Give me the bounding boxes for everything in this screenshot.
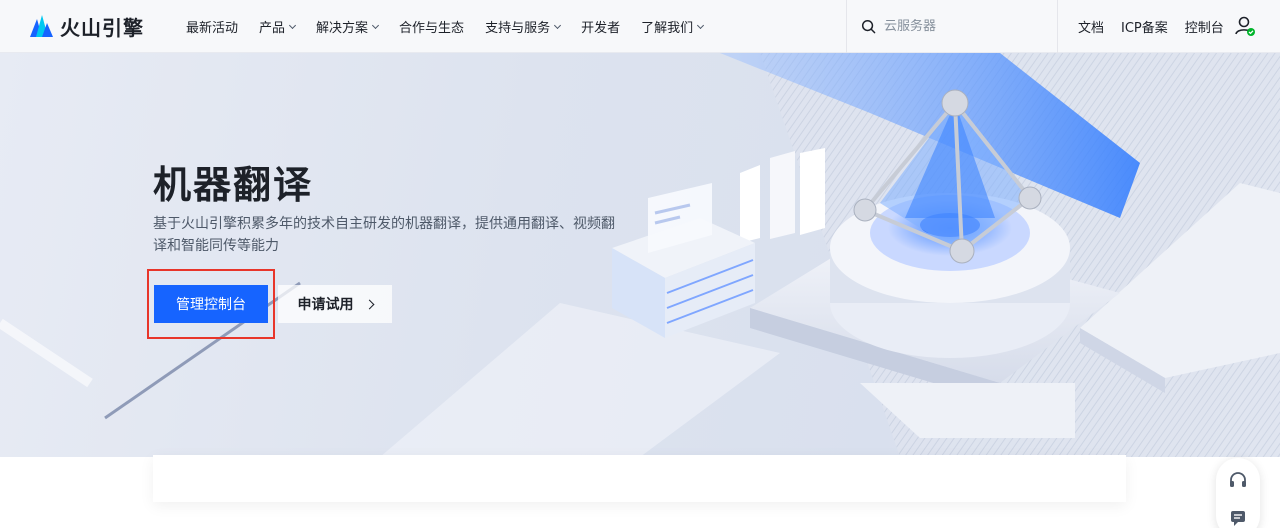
hero-description: 基于火山引擎积累多年的技术自主研发的机器翻译，提供通用翻译、视频翻译和智能同传等… (153, 216, 615, 254)
nav-item-partners[interactable]: 合作与生态 (399, 17, 464, 36)
icp-filing-link[interactable]: ICP备案 (1121, 17, 1168, 36)
chevron-down-icon (372, 21, 380, 29)
console-link[interactable]: 控制台 (1185, 17, 1224, 36)
nav-item-label: 开发者 (581, 21, 621, 36)
nav-item-solutions[interactable]: 解决方案 (316, 17, 380, 36)
docs-link[interactable]: 文档 (1078, 17, 1104, 36)
chevron-down-icon (697, 21, 705, 29)
brand-logo[interactable]: 火山引擎 (28, 10, 144, 42)
header-right-links: 文档 ICP备案 控制台 (1078, 0, 1241, 53)
user-icon[interactable] (1234, 15, 1256, 37)
chat-icon[interactable] (1228, 508, 1248, 528)
search-input[interactable] (884, 19, 1034, 34)
chevron-right-icon (364, 299, 374, 309)
button-label: 管理控制台 (176, 297, 246, 313)
nav-item-label: 支持与服务 (485, 21, 551, 36)
nav-item-label: 了解我们 (641, 21, 694, 36)
search-icon[interactable] (861, 19, 876, 34)
nav-item-support[interactable]: 支持与服务 (485, 17, 562, 36)
nav-item-label: 合作与生态 (399, 21, 465, 36)
nav-item-label: 产品 (259, 21, 286, 36)
nav-item-label: 解决方案 (316, 21, 369, 36)
main-nav: 最新活动 产品 解决方案 合作与生态 支持与服务 开发者 了解我们 (186, 0, 724, 53)
search-box (846, 0, 1058, 53)
nav-item-about[interactable]: 了解我们 (641, 17, 705, 36)
top-navigation: 火山引擎 最新活动 产品 解决方案 合作与生态 支持与服务 开发者 了解我们 文… (0, 0, 1280, 53)
headset-icon[interactable] (1228, 471, 1248, 491)
page-title: 机器翻译 (153, 163, 314, 207)
nav-item-developers[interactable]: 开发者 (581, 17, 620, 36)
chevron-down-icon (554, 21, 562, 29)
button-label: 申请试用 (297, 297, 354, 313)
volcano-logo-icon (30, 15, 53, 37)
apply-trial-button[interactable]: 申请试用 (278, 285, 392, 323)
chevron-down-icon (288, 21, 297, 29)
nav-item-latest-events[interactable]: 最新活动 (186, 17, 238, 36)
side-toolbar (1216, 458, 1260, 528)
brand-name: 火山引擎 (60, 15, 144, 40)
hero-banner: 机器翻译 基于火山引擎积累多年的技术自主研发的机器翻译，提供通用翻译、视频翻译和… (0, 53, 1280, 457)
nav-item-label: 最新活动 (186, 21, 239, 36)
manage-console-button[interactable]: 管理控制台 (154, 285, 268, 323)
nav-item-products[interactable]: 产品 (259, 17, 297, 36)
floating-info-card (153, 455, 1126, 502)
